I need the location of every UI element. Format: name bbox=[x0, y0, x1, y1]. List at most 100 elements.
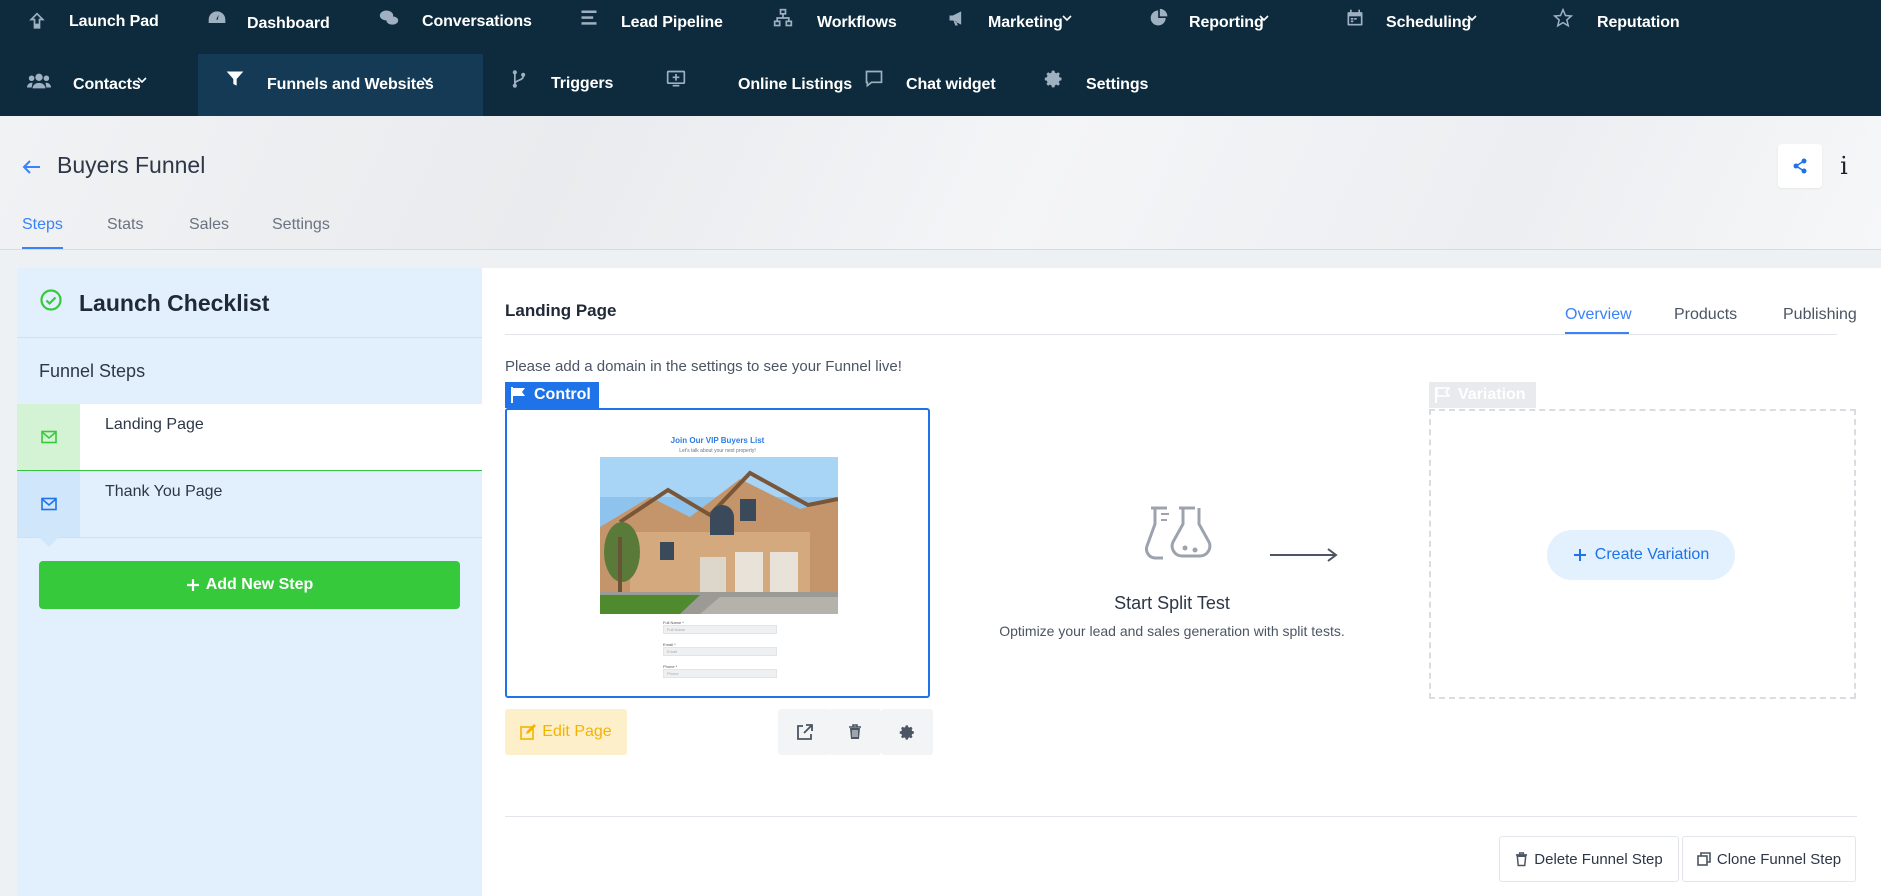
flag-outline-icon bbox=[1435, 387, 1450, 403]
clone-step-label: Clone Funnel Step bbox=[1716, 850, 1842, 868]
megaphone-icon bbox=[946, 7, 968, 29]
nav-label: Conversations bbox=[422, 13, 532, 30]
nav-item-reputation[interactable]: Reputation bbox=[1552, 0, 1712, 58]
tab-steps[interactable]: Steps bbox=[22, 216, 63, 234]
tab-overview[interactable]: Overview bbox=[1565, 306, 1632, 324]
open-page-button[interactable] bbox=[778, 709, 830, 755]
share-button[interactable] bbox=[1778, 144, 1822, 188]
launch-checklist[interactable]: Launch Checklist bbox=[17, 268, 482, 338]
preview-field: Full Name bbox=[663, 625, 777, 634]
nav-label: Workflows bbox=[817, 14, 897, 31]
chevron-down-icon bbox=[1062, 15, 1072, 22]
preview-field: Phone bbox=[663, 669, 777, 678]
nav-item-launch-pad[interactable]: Launch Pad bbox=[0, 0, 170, 58]
arrow-right-icon bbox=[1270, 548, 1338, 562]
envelope-icon bbox=[40, 497, 57, 511]
nav-item-lead-pipeline[interactable]: Lead Pipeline bbox=[575, 0, 735, 58]
step-badge bbox=[17, 404, 80, 480]
split-test-description: Optimize your lead and sales generation … bbox=[999, 623, 1345, 639]
step-detail-panel: Landing Page Overview Products Publishin… bbox=[482, 268, 1881, 896]
calendar-icon bbox=[1344, 7, 1366, 29]
tab-sales[interactable]: Sales bbox=[189, 216, 229, 234]
clone-funnel-step-button[interactable]: Clone Funnel Step bbox=[1682, 836, 1856, 882]
nav-item-scheduling[interactable]: Scheduling bbox=[1343, 0, 1503, 58]
nav-label: Online Listings bbox=[738, 76, 853, 93]
funnel-steps-label: Funnel Steps bbox=[39, 361, 146, 381]
step-name: Landing Page bbox=[105, 416, 204, 433]
add-step-label: Add New Step bbox=[205, 576, 314, 593]
flag-icon bbox=[511, 387, 525, 403]
flasks-icon bbox=[1145, 506, 1212, 560]
nav-item-triggers[interactable]: Triggers bbox=[505, 54, 635, 116]
nav-label: Reputation bbox=[1597, 14, 1680, 31]
filter-icon bbox=[224, 68, 246, 90]
chevron-down-icon bbox=[137, 77, 147, 84]
chevron-down-icon bbox=[422, 77, 432, 84]
create-variation-button[interactable]: Create Variation bbox=[1547, 530, 1735, 580]
nav-label: Marketing bbox=[988, 14, 1063, 31]
house-photo bbox=[600, 457, 838, 614]
nav-label: Lead Pipeline bbox=[621, 14, 723, 31]
step-title: Landing Page bbox=[505, 301, 617, 320]
nav-item-online-listings[interactable]: Online Listings bbox=[663, 54, 852, 116]
page-preview-thumbnail[interactable]: Join Our VIP Buyers List Let's talk abou… bbox=[505, 408, 930, 698]
delete-funnel-step-button[interactable]: Delete Funnel Step bbox=[1499, 836, 1679, 882]
info-button[interactable]: i bbox=[1832, 148, 1856, 184]
top-navigation: Launch Pad Dashboard Conversations Lead … bbox=[0, 0, 1881, 116]
comment-icon bbox=[863, 68, 885, 90]
plus-icon bbox=[186, 579, 199, 591]
edit-page-button[interactable]: Edit Page bbox=[505, 709, 627, 755]
trash-icon bbox=[1516, 851, 1528, 866]
nav-item-contacts[interactable]: Contacts bbox=[0, 54, 170, 116]
tab-settings[interactable]: Settings bbox=[272, 216, 330, 234]
rocket-icon bbox=[26, 11, 48, 33]
tab-stats[interactable]: Stats bbox=[107, 216, 143, 234]
step-name: Thank You Page bbox=[105, 483, 223, 500]
funnel-step-thank-you-page[interactable]: Thank You Page bbox=[17, 471, 482, 547]
nav-item-funnels-and-websites[interactable]: Funnels and Websites bbox=[198, 54, 483, 116]
domain-notice: Please add a domain in the settings to s… bbox=[505, 358, 902, 375]
tab-publishing[interactable]: Publishing bbox=[1783, 306, 1857, 324]
nav-item-conversations[interactable]: Conversations bbox=[375, 0, 545, 58]
funnel-header: Buyers Funnel i Steps Stats Sales Settin… bbox=[0, 116, 1881, 250]
pie-chart-icon bbox=[1148, 7, 1170, 29]
sitemap-icon bbox=[772, 7, 794, 29]
nav-item-reporting[interactable]: Reporting bbox=[1145, 0, 1285, 58]
trash-icon bbox=[849, 724, 861, 739]
copy-icon bbox=[1697, 852, 1711, 866]
page-title: Buyers Funnel bbox=[57, 152, 206, 178]
preview-form: Full Name * Full Name Email * Email Phon… bbox=[663, 620, 777, 686]
nav-label: Contacts bbox=[73, 76, 141, 93]
back-arrow-icon[interactable] bbox=[20, 156, 42, 178]
monitor-icon bbox=[665, 68, 687, 90]
edit-icon bbox=[520, 724, 537, 740]
control-badge: Control bbox=[505, 382, 599, 408]
page-settings-button[interactable] bbox=[881, 709, 933, 755]
nav-row-primary: Launch Pad Dashboard Conversations Lead … bbox=[0, 0, 1881, 58]
funnel-step-landing-page[interactable]: Landing Page bbox=[17, 404, 482, 480]
star-icon bbox=[1552, 7, 1574, 29]
nav-item-workflows[interactable]: Workflows bbox=[770, 0, 920, 58]
step-badge bbox=[17, 471, 80, 547]
gear-icon bbox=[1043, 68, 1065, 90]
chevron-down-icon bbox=[1259, 15, 1269, 22]
nav-item-marketing[interactable]: Marketing bbox=[945, 0, 1095, 58]
delete-page-button[interactable] bbox=[829, 709, 881, 755]
checklist-title: Launch Checklist bbox=[79, 290, 270, 316]
add-new-step-button[interactable]: Add New Step bbox=[39, 561, 460, 609]
divider bbox=[505, 816, 1857, 817]
tab-products[interactable]: Products bbox=[1674, 306, 1737, 324]
nav-item-dashboard[interactable]: Dashboard bbox=[200, 0, 340, 58]
preview-heading: Join Our VIP Buyers List bbox=[670, 436, 765, 445]
divider bbox=[505, 334, 1837, 335]
nav-label: Chat widget bbox=[906, 76, 996, 93]
step-pointer bbox=[39, 537, 59, 547]
variation-label: Variation bbox=[1458, 386, 1526, 403]
control-label: Control bbox=[534, 386, 591, 403]
bars-icon bbox=[578, 7, 600, 29]
check-circle-icon bbox=[40, 289, 62, 311]
nav-item-chat-widget[interactable]: Chat widget bbox=[862, 54, 1012, 116]
chat-bubbles-icon bbox=[378, 7, 400, 29]
nav-label: Reporting bbox=[1189, 14, 1264, 31]
nav-item-settings[interactable]: Settings bbox=[1043, 54, 1173, 116]
